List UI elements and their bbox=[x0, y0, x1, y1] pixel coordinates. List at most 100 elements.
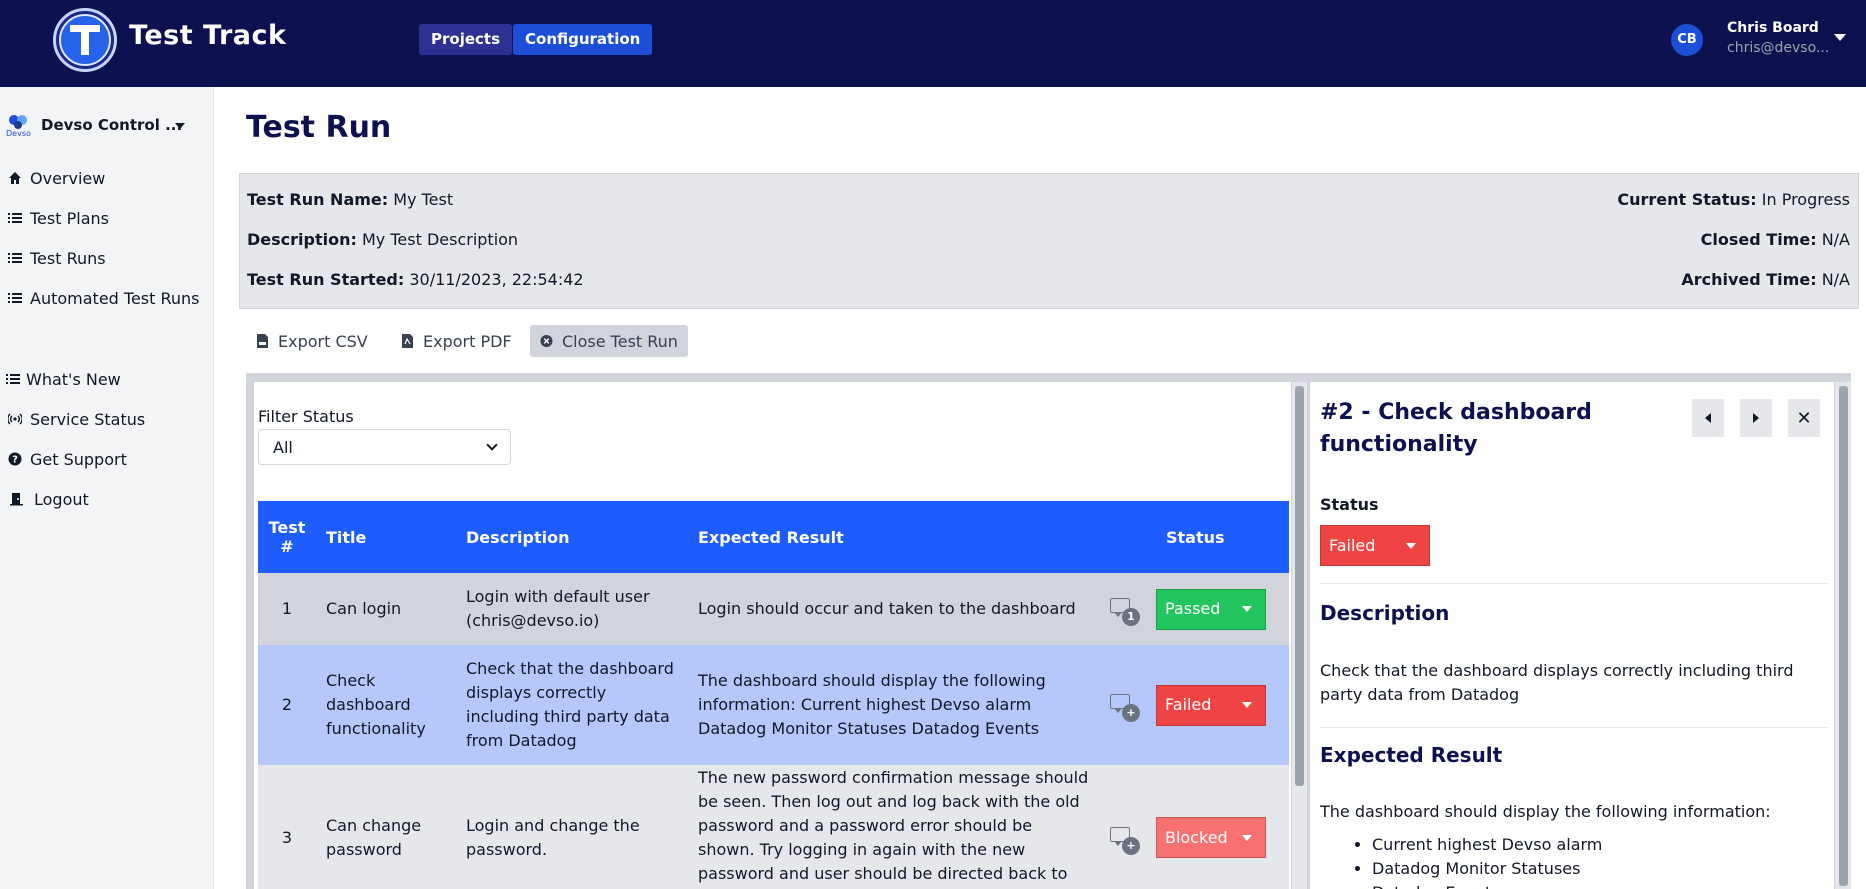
org-logo-text: Devso bbox=[6, 129, 31, 138]
add-comment-icon[interactable]: + bbox=[1110, 825, 1140, 855]
sidebar-item-test-runs[interactable]: Test Runs bbox=[0, 245, 106, 271]
user-avatar[interactable]: CB bbox=[1671, 24, 1703, 56]
sidebar-item-label: Service Status bbox=[30, 409, 146, 429]
org-selector[interactable]: Devso Control ... bbox=[41, 116, 182, 134]
close-test-run-label: Close Test Run bbox=[562, 331, 678, 351]
detail-description-text: Check that the dashboard displays correc… bbox=[1320, 661, 1794, 704]
filter-status-label: Filter Status bbox=[258, 407, 354, 426]
detail-description-heading: Description bbox=[1320, 601, 1450, 625]
caret-right-icon bbox=[1753, 413, 1759, 423]
col-expected-result: Expected Result bbox=[688, 501, 1100, 573]
test-expected: The dashboard should display the followi… bbox=[688, 645, 1100, 765]
page-title: Test Run bbox=[246, 110, 392, 145]
nav-configuration-button[interactable]: Configuration bbox=[513, 24, 653, 55]
current-status-row: Current Status: In Progress bbox=[1617, 190, 1850, 209]
closed-time-row: Closed Time: N/A bbox=[1701, 230, 1850, 249]
sidebar-item-service-status[interactable]: Service Status bbox=[0, 406, 145, 432]
caret-down-icon bbox=[1242, 606, 1252, 612]
export-csv-button[interactable]: Export CSV bbox=[246, 325, 378, 357]
table-row[interactable]: 1 Can login Login with default user (chr… bbox=[258, 573, 1289, 645]
list-scrollbar[interactable] bbox=[1291, 382, 1307, 889]
export-csv-label: Export CSV bbox=[278, 331, 368, 351]
close-detail-button[interactable]: ✕ bbox=[1788, 399, 1820, 437]
sidebar-item-get-support[interactable]: ? Get Support bbox=[0, 446, 127, 472]
test-status-cell: 1 Passed bbox=[1100, 573, 1289, 645]
detail-status-dropdown[interactable]: Failed bbox=[1320, 525, 1430, 566]
export-pdf-label: Export PDF bbox=[423, 331, 512, 351]
status-dropdown[interactable]: Passed bbox=[1156, 588, 1266, 630]
sidebar-item-overview[interactable]: Overview bbox=[0, 165, 105, 191]
sidebar-item-automated-test-runs[interactable]: Automated Test Runs bbox=[0, 285, 200, 311]
app-title: Test Track bbox=[129, 20, 287, 51]
close-test-run-button[interactable]: Close Test Run bbox=[530, 325, 688, 357]
detail-scrollbar[interactable] bbox=[1834, 382, 1851, 889]
sidebar-item-label: What's New bbox=[26, 369, 121, 389]
status-dropdown[interactable]: Blocked bbox=[1156, 817, 1266, 858]
chevron-down-icon bbox=[486, 439, 498, 451]
user-name[interactable]: Chris Board bbox=[1727, 20, 1819, 36]
test-description: Check that the dashboard displays correc… bbox=[456, 645, 688, 765]
col-description: Description bbox=[456, 501, 688, 573]
test-title: Check dashboard functionality bbox=[316, 645, 456, 765]
sidebar-item-label: Logout bbox=[34, 489, 89, 509]
test-track-logo-icon bbox=[59, 14, 111, 66]
run-description-row: Description: My Test Description bbox=[247, 230, 518, 249]
user-email[interactable]: chris@devso... bbox=[1727, 40, 1829, 56]
sidebar-item-label: Test Plans bbox=[30, 208, 109, 228]
col-status: Status bbox=[1100, 501, 1289, 573]
caret-down-icon bbox=[1242, 834, 1252, 841]
status-label: Blocked bbox=[1165, 827, 1228, 847]
detail-expected-heading: Expected Result bbox=[1320, 743, 1503, 767]
export-pdf-button[interactable]: Export PDF bbox=[391, 325, 522, 357]
test-status-cell: + Blocked bbox=[1100, 765, 1289, 889]
list-item: Datadog Events bbox=[1372, 881, 1602, 889]
detail-scrollbar-thumb[interactable] bbox=[1839, 386, 1848, 886]
status-label: Passed bbox=[1165, 599, 1221, 618]
table-row[interactable]: 2 Check dashboard functionality Check th… bbox=[258, 645, 1289, 765]
nav-projects-button[interactable]: Projects bbox=[419, 24, 513, 55]
sidebar-item-label: Automated Test Runs bbox=[30, 288, 200, 308]
sidebar-item-test-plans[interactable]: Test Plans bbox=[0, 205, 109, 231]
sidebar-item-whats-new[interactable]: What's New bbox=[0, 366, 121, 392]
table-row[interactable]: 3 Can change password Login and change t… bbox=[258, 765, 1289, 889]
sidebar: Devso Devso Control ... Overview Test Pl… bbox=[0, 87, 214, 889]
run-name-label: Test Run Name: bbox=[247, 190, 389, 209]
caret-left-icon bbox=[1705, 413, 1711, 423]
detail-expected-list: Current highest Devso alarm Datadog Moni… bbox=[1372, 833, 1602, 889]
caret-down-icon bbox=[1406, 542, 1416, 549]
next-test-button[interactable] bbox=[1740, 399, 1772, 437]
list-icon bbox=[0, 372, 26, 386]
org-caret-icon[interactable] bbox=[175, 123, 185, 129]
test-run-info: Test Run Name: My Test Description: My T… bbox=[239, 173, 1859, 309]
test-title: Can change password bbox=[316, 765, 456, 889]
user-menu-caret-icon[interactable] bbox=[1834, 34, 1846, 41]
csv-file-icon bbox=[257, 334, 268, 348]
close-icon: ✕ bbox=[1796, 407, 1812, 429]
status-dropdown[interactable]: Failed bbox=[1156, 684, 1266, 726]
add-comment-badge: + bbox=[1122, 836, 1140, 855]
detail-expected-intro: The dashboard should display the followi… bbox=[1320, 802, 1771, 821]
col-test-number: Test # bbox=[258, 501, 316, 573]
app-logo[interactable] bbox=[53, 8, 117, 72]
current-status-value: In Progress bbox=[1761, 190, 1850, 209]
test-cases-table: Test # Title Description Expected Result… bbox=[258, 501, 1289, 889]
list-item: Datadog Monitor Statuses bbox=[1372, 857, 1602, 881]
list-scrollbar-thumb[interactable] bbox=[1295, 386, 1304, 786]
filter-status-value: All bbox=[273, 437, 293, 457]
filter-status-select[interactable]: All bbox=[258, 429, 511, 465]
broadcast-icon bbox=[0, 412, 30, 426]
test-expected: The new password confirmation message sh… bbox=[688, 765, 1100, 889]
status-label: Failed bbox=[1165, 695, 1212, 714]
test-number: 2 bbox=[258, 645, 316, 765]
run-started-label: Test Run Started: bbox=[247, 270, 405, 289]
test-expected: Login should occur and taken to the dash… bbox=[688, 573, 1100, 645]
col-title: Title bbox=[316, 501, 456, 573]
divider bbox=[1320, 583, 1828, 584]
list-icon bbox=[0, 291, 30, 305]
test-status-cell: + Failed bbox=[1100, 645, 1289, 765]
sidebar-item-logout[interactable]: Logout bbox=[0, 486, 89, 512]
comment-icon[interactable]: 1 bbox=[1110, 596, 1140, 626]
add-comment-icon[interactable]: + bbox=[1110, 692, 1140, 722]
archived-time-value: N/A bbox=[1821, 270, 1850, 289]
previous-test-button[interactable] bbox=[1692, 399, 1724, 437]
